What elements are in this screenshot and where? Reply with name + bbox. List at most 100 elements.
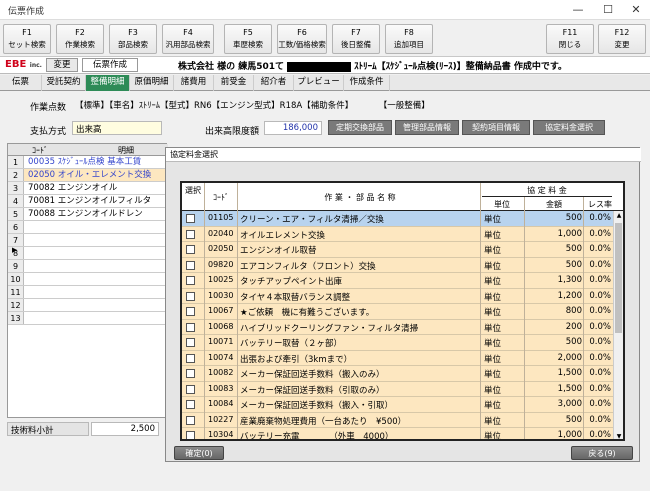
tab-seibi-meisai[interactable]: 整備明細 [86,75,130,91]
grid-row[interactable]: 13 [8,312,168,325]
grid-row[interactable]: 9 [8,260,168,273]
fee-row[interactable]: 02050 エンジンオイル取替 単位 500 0.0% [182,242,613,258]
table-scrollbar[interactable]: ▲ ▼ [613,211,623,439]
row-checkbox[interactable] [186,229,195,239]
row-checkbox[interactable] [186,415,195,425]
grid-row[interactable]: 10 [8,273,168,286]
tab-shohiyo[interactable]: 諸費用 [174,75,214,91]
grid-row[interactable]: 3 70082 エンジンオイル [8,182,168,195]
fee-row[interactable]: 10304 バッテリー充電 （外車 4000） 単位 1,000 0.0% [182,428,613,439]
header-fee: 協 定 料 金 [482,185,612,197]
row-checkbox[interactable] [186,214,195,223]
tab-bar: 伝票 受託契約 整備明細 原価明細 諸費用 前受金 紹介者 プレビュー 作成条件 [0,75,650,91]
header-unit: 単位 [494,200,510,209]
table-header: 選択 ｺｰﾄﾞ 作 業 ・ 部 品 名 称 協 定 料 金 単位 金額 レス率 [182,183,623,211]
payment-field[interactable]: 出来高 [72,121,162,135]
current-row-marker: ▶ [12,246,18,254]
row-checkbox[interactable] [186,322,195,332]
row-checkbox[interactable] [186,245,195,254]
scroll-up-icon[interactable]: ▲ [614,212,623,219]
row-checkbox[interactable] [186,291,195,301]
close-icon[interactable]: ✕ [622,1,650,19]
detail-grid: ｺｰﾄﾞ 明細 1 00035 ｽｹｼﾞｭｰﾙ点検 基本工賃 2 02050 オイル… [7,143,168,418]
fee-row[interactable]: 10082 メーカー保証回送手数料（搬入のみ） 単位 1,500 0.0% [182,366,613,382]
f4-button[interactable]: F4 汎用部品検索 [162,24,214,54]
fee-row[interactable]: 01105 クリーン・エア・フィルタ清掃／交換 単位 500 0.0% [182,211,613,227]
payment-label: 支払方式 [30,127,67,137]
back-button[interactable]: 戻る(9) [571,446,633,460]
fee-row[interactable]: 10030 タイヤ４本取替バランス調整 単位 1,200 0.0% [182,288,613,304]
header-select: 選択 [185,186,201,195]
grid-row[interactable]: 12 [8,299,168,312]
limit-label: 出来高限度額 [205,127,260,137]
header-name: 作 業 ・ 部 品 名 称 [324,193,396,202]
f12-button[interactable]: F12 変更 [598,24,646,54]
grid-row[interactable]: 5 70088 エンジンオイルドレン [8,208,168,221]
maximize-icon[interactable]: ☐ [594,1,622,19]
column-divider [583,197,584,439]
fee-row[interactable]: 10025 タッチアップペイント出庫 単位 1,300 0.0% [182,273,613,289]
limit-field[interactable]: 186,000 [264,121,322,135]
minimize-icon[interactable]: — [564,1,592,19]
tab-maeukekin[interactable]: 前受金 [214,75,254,91]
window-title: 伝票作成 [8,7,45,17]
row-checkbox[interactable] [186,338,195,347]
f3-button[interactable]: F3 部品検索 [109,24,157,54]
work-points-label: 作業点数 [30,103,67,113]
change-button[interactable]: 変更 [46,58,78,72]
row-checkbox[interactable] [186,431,195,439]
fee-row[interactable]: 09820 エアコンフィルタ（フロント）交換 単位 500 0.0% [182,257,613,273]
f11-button[interactable]: F11 閉じる [546,24,594,54]
redaction-bar [287,61,352,72]
row-checkbox[interactable] [186,384,195,394]
row-checkbox[interactable] [186,400,195,409]
tab-jutaku[interactable]: 受託契約 [42,75,86,91]
f6-button[interactable]: F6 工数/価格検索 [277,24,327,54]
f8-button[interactable]: F8 追加項目 [385,24,433,54]
row-checkbox[interactable] [186,307,195,316]
work-points-value: 【標準】【車名】ｽﾄﾘｰﾑ【型式】RN6【エンジン型式】R18A【補助条件】 【… [75,101,430,111]
tab-preview[interactable]: プレビュー [294,75,344,91]
function-key-bar: F1 セット検索 F2 作業検索 F3 部品検索 F4 汎用部品検索 F5 車歴検索 F6… [0,21,650,57]
fee-row[interactable]: 02040 オイルエレメント交換 単位 1,000 0.0% [182,226,613,242]
f7-button[interactable]: F7 後日整備 [332,24,380,54]
scroll-down-icon[interactable]: ▼ [614,433,623,439]
fee-row[interactable]: 10084 メーカー保証回送手数料（搬入・引取） 単位 3,000 0.0% [182,397,613,413]
periodic-parts-button[interactable]: 定期交換部品 [328,120,392,135]
agreed-fee-select-button[interactable]: 協定料金選択 [533,120,605,135]
tab-shokaisha[interactable]: 紹介者 [254,75,294,91]
grid-row[interactable]: 7 [8,234,168,247]
fee-row[interactable]: 10067 ★ご依頼 機に有難うございます。 単位 800 0.0% [182,304,613,320]
contract-items-button[interactable]: 契約項目情報 [462,120,530,135]
column-divider [237,183,238,439]
tab-denpyo[interactable]: 伝票 [0,75,42,91]
fee-row[interactable]: 10074 出張および牽引（3kmまで） 単位 2,000 0.0% [182,350,613,366]
confirm-button[interactable]: 確定(0) [174,446,224,460]
mode-indicator: 伝票作成 [82,58,138,72]
f5-button[interactable]: F5 車歴検索 [224,24,272,54]
ebe-logo: EBE inc. [5,59,42,70]
grid-header-code: ｺｰﾄﾞ [32,146,48,155]
tab-sakusei-joken[interactable]: 作成条件 [344,75,390,91]
grid-row[interactable]: 8 [8,247,168,260]
fee-row[interactable]: 10068 ハイブリッドクーリングファン・フィルタ清掃 単位 200 0.0% [182,319,613,335]
grid-row[interactable]: 11 [8,286,168,299]
grid-row[interactable]: 2 02050 オイル・エレメント交換 [8,169,168,182]
grid-header-desc: 明細 [118,146,134,155]
grid-row[interactable]: 1 00035 ｽｹｼﾞｭｰﾙ点検 基本工賃 [8,156,168,169]
grid-row[interactable]: 4 70081 エンジンオイルフィルタ [8,195,168,208]
fee-row[interactable]: 10071 バッテリー取替（２ヶ部） 単位 500 0.0% [182,335,613,351]
row-checkbox[interactable] [186,369,195,378]
row-checkbox[interactable] [186,260,195,270]
f2-button[interactable]: F2 作業検索 [56,24,104,54]
row-checkbox[interactable] [186,276,195,285]
grid-row[interactable]: 6 [8,221,168,234]
managed-parts-button[interactable]: 管理部品情報 [395,120,459,135]
header-amount: 金額 [546,200,562,209]
fee-row[interactable]: 10227 産業廃棄物処理費用（一台あたり ¥500） 単位 500 0.0% [182,412,613,428]
fee-row[interactable]: 10083 メーカー保証回送手数料（引取のみ） 単位 1,500 0.0% [182,381,613,397]
f1-button[interactable]: F1 セット検索 [3,24,51,54]
tab-genka-meisai[interactable]: 原価明細 [130,75,174,91]
row-checkbox[interactable] [186,353,195,363]
scroll-thumb[interactable] [615,223,622,333]
